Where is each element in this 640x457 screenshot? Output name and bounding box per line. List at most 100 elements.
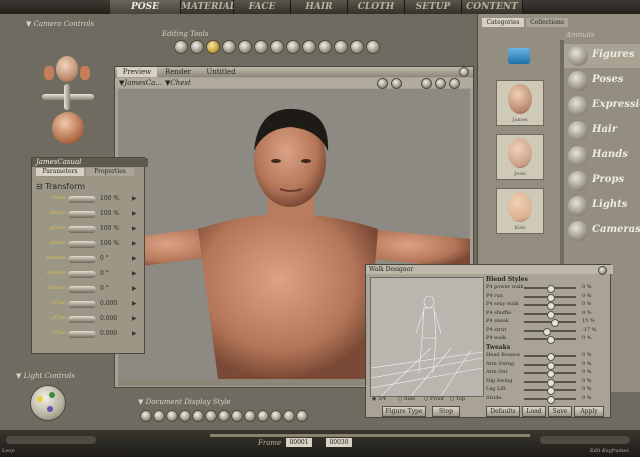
light-sphere-icon[interactable] bbox=[30, 385, 66, 421]
grouping-tool-icon[interactable] bbox=[302, 40, 316, 54]
direct-manipulation-icon[interactable] bbox=[350, 40, 364, 54]
tab-render[interactable]: Render bbox=[159, 67, 197, 77]
view-magnifier-icon[interactable] bbox=[318, 40, 332, 54]
preview-options-icon[interactable] bbox=[449, 78, 460, 89]
slider-track[interactable] bbox=[524, 387, 576, 395]
walk-slider-row[interactable]: P4 walk 0 % bbox=[486, 335, 606, 344]
display-style-icon[interactable] bbox=[166, 410, 178, 422]
parameter-menu-icon[interactable]: ▶ bbox=[132, 225, 137, 232]
slider-track[interactable] bbox=[524, 378, 576, 387]
view-radio[interactable]: ◉ 3/4 bbox=[372, 396, 386, 402]
tab-parameters[interactable]: Parameters bbox=[36, 168, 84, 176]
walk-close-icon[interactable] bbox=[598, 266, 607, 275]
parameter-row[interactable]: zRotate 0 ° ▶ bbox=[36, 284, 140, 296]
category-hands[interactable]: Hands bbox=[564, 144, 640, 168]
display-settings-icon[interactable] bbox=[421, 78, 432, 89]
parameter-row[interactable]: yScale 100 % ▶ bbox=[36, 224, 140, 236]
parameter-value[interactable]: 0.000 bbox=[100, 330, 128, 337]
tab-cloth[interactable]: CLOTH bbox=[348, 0, 405, 14]
display-style-icon[interactable] bbox=[179, 410, 191, 422]
playback-controls[interactable] bbox=[6, 436, 96, 444]
parameter-row[interactable]: yRotate 0 ° ▶ bbox=[36, 254, 140, 266]
category-hair[interactable]: Hair bbox=[564, 119, 640, 143]
camera-head-icon[interactable] bbox=[56, 56, 78, 82]
slider-track[interactable] bbox=[524, 361, 576, 370]
color-tool-icon[interactable] bbox=[286, 40, 300, 54]
loop-label[interactable]: Loop bbox=[2, 448, 15, 454]
folder-up-icon[interactable] bbox=[508, 48, 530, 64]
parameter-row[interactable]: xTran 0.000 ▶ bbox=[36, 299, 140, 311]
view-radio[interactable]: ○ Side bbox=[398, 396, 415, 402]
parameter-dial[interactable] bbox=[68, 286, 96, 293]
display-style-icon[interactable] bbox=[205, 410, 217, 422]
parameter-menu-icon[interactable]: ▶ bbox=[132, 285, 137, 292]
display-style-icon[interactable] bbox=[231, 410, 243, 422]
rotate-tool-icon[interactable] bbox=[174, 40, 188, 54]
parameter-menu-icon[interactable]: ▶ bbox=[132, 300, 137, 307]
timeline-slider[interactable] bbox=[210, 434, 530, 437]
defaults-button[interactable]: Defaults bbox=[486, 406, 520, 417]
walk-slider-row[interactable]: Head Bounce 0 % bbox=[486, 352, 606, 361]
chain-break-icon[interactable] bbox=[270, 40, 284, 54]
slider-knob[interactable] bbox=[547, 336, 555, 344]
parameter-menu-icon[interactable]: ▶ bbox=[132, 210, 137, 217]
figure-type-button[interactable]: Figure Type bbox=[382, 406, 426, 417]
parameter-row[interactable]: zScale 100 % ▶ bbox=[36, 239, 140, 251]
display-style-icon[interactable] bbox=[257, 410, 269, 422]
taper-tool-icon[interactable] bbox=[254, 40, 268, 54]
morph-brush-icon[interactable] bbox=[334, 40, 348, 54]
display-style-icon[interactable] bbox=[270, 410, 282, 422]
parameter-value[interactable]: 100 % bbox=[100, 210, 128, 217]
keyframe-controls[interactable] bbox=[540, 436, 630, 444]
slider-value[interactable]: 0 % bbox=[582, 378, 592, 384]
parameter-menu-icon[interactable]: ▶ bbox=[132, 330, 137, 337]
slider-value[interactable]: 0 % bbox=[582, 352, 592, 358]
slider-track[interactable] bbox=[524, 310, 576, 319]
walk-slider-row[interactable]: Hip Swing 0 % bbox=[486, 378, 606, 387]
parameter-menu-icon[interactable]: ▶ bbox=[132, 255, 137, 262]
trackball-icon[interactable] bbox=[52, 112, 84, 144]
camera-move-vertical-icon[interactable] bbox=[64, 84, 70, 110]
display-style-icon[interactable] bbox=[153, 410, 165, 422]
stop-button[interactable]: Stop bbox=[432, 406, 460, 417]
slider-track[interactable] bbox=[524, 370, 576, 378]
walk-slider-row[interactable]: P4 sexy walk 0 % bbox=[486, 301, 606, 310]
parameter-menu-icon[interactable]: ▶ bbox=[132, 240, 137, 247]
slider-track[interactable] bbox=[524, 302, 576, 310]
tab-content[interactable]: CONTENT bbox=[462, 0, 523, 14]
bone-tool-icon[interactable] bbox=[366, 40, 380, 54]
document-close-icon[interactable] bbox=[459, 67, 469, 77]
slider-track[interactable] bbox=[524, 327, 576, 336]
render-icon[interactable] bbox=[377, 78, 388, 89]
slider-track[interactable] bbox=[524, 336, 576, 344]
parameter-menu-icon[interactable]: ▶ bbox=[132, 315, 137, 322]
slider-value[interactable]: 15 % bbox=[582, 318, 595, 324]
parameter-row[interactable]: xScale 100 % ▶ bbox=[36, 209, 140, 221]
category-lights[interactable]: Lights bbox=[564, 194, 640, 218]
display-style-icon[interactable] bbox=[218, 410, 230, 422]
slider-value[interactable]: 0 % bbox=[582, 361, 592, 367]
walk-slider-row[interactable]: P4 strut -17 % bbox=[486, 327, 606, 336]
tab-face[interactable]: FACE bbox=[234, 0, 291, 14]
walk-slider-row[interactable]: Stride 0 % bbox=[486, 395, 606, 404]
figure-menu[interactable]: ▼JamesCa... bbox=[119, 79, 162, 87]
library-thumbnail[interactable]: Kids bbox=[496, 188, 544, 234]
tab-collections[interactable]: Collections bbox=[526, 18, 568, 27]
display-style-icon[interactable] bbox=[140, 410, 152, 422]
walk-slider-row[interactable]: P4 power walk 0 % bbox=[486, 284, 606, 293]
slider-value[interactable]: 0 % bbox=[582, 310, 592, 316]
translate-in-out-icon[interactable] bbox=[222, 40, 236, 54]
view-radio[interactable]: ○ Front bbox=[424, 396, 444, 402]
translate-tool-icon[interactable] bbox=[206, 40, 220, 54]
slider-value[interactable]: 0 % bbox=[582, 293, 592, 299]
parameter-dial[interactable] bbox=[68, 301, 96, 308]
category-figures[interactable]: Figures bbox=[564, 44, 640, 68]
parameter-menu-icon[interactable]: ▶ bbox=[132, 195, 137, 202]
parameter-value[interactable]: 100 % bbox=[100, 195, 128, 202]
tab-categories[interactable]: Categories bbox=[482, 18, 524, 27]
twist-tool-icon[interactable] bbox=[190, 40, 204, 54]
display-style-icon[interactable] bbox=[192, 410, 204, 422]
parameter-value[interactable]: 0 ° bbox=[100, 285, 128, 292]
light-1-icon[interactable] bbox=[37, 396, 43, 402]
library-thumbnail[interactable]: Jessi bbox=[496, 134, 544, 180]
